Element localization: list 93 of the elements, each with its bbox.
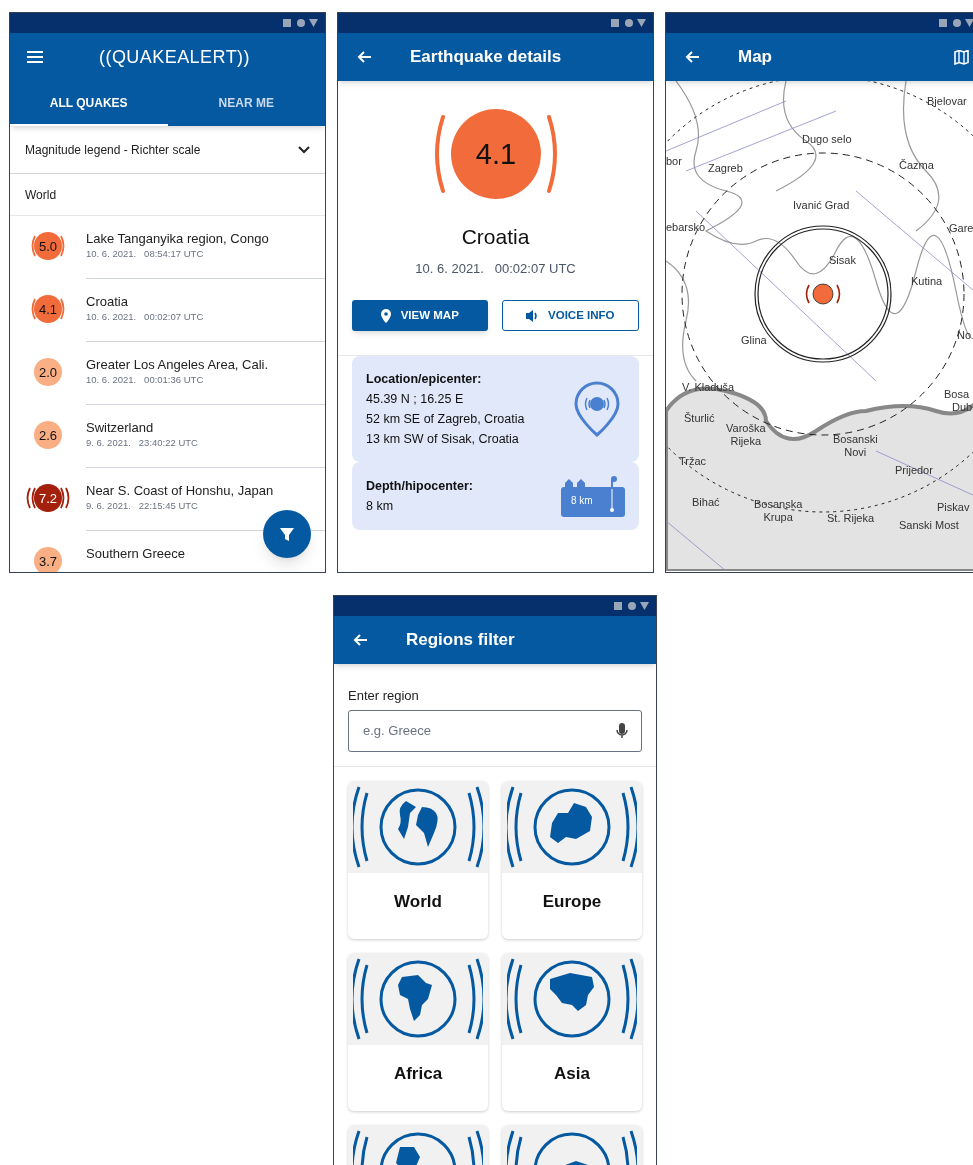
map-label: St. Rijeka — [827, 512, 875, 525]
map-label: Zagreb — [708, 162, 743, 175]
map-label: Piskav — [937, 501, 970, 514]
map-label: Gare — [949, 222, 973, 235]
quake-place: Greater Los Angeles Area, Cali. — [86, 356, 270, 373]
region-name: World — [393, 890, 443, 913]
map-label: Prijedor — [895, 464, 933, 477]
map-label: Čazma — [899, 159, 934, 172]
map-label: Kutina — [911, 275, 943, 288]
quake-place: Southern Greece — [86, 545, 186, 562]
magnitude-badge: 7.2 — [23, 478, 73, 518]
region-name: Africa — [392, 1062, 444, 1085]
filter-button[interactable] — [263, 510, 311, 558]
map-label: Bosanska Krupa — [754, 498, 803, 524]
quake-time: 10. 6. 2021. 08:54:17 UTC — [86, 247, 205, 261]
voice-info-button[interactable]: VOICE INFO — [501, 300, 639, 331]
quake-time: 10. 6. 2021. 00:01:36 UTC — [86, 373, 205, 387]
map-label: Sisak — [829, 254, 856, 267]
map-label: Ivanić Grad — [793, 199, 850, 212]
map-drawing[interactable] — [666, 81, 973, 571]
card-heading: Location/epicenter: — [366, 371, 483, 388]
card-text: 45.39 N ; 16.25 E — [366, 391, 465, 408]
screen-title: Map — [738, 46, 772, 69]
map-label: Bihać — [692, 496, 720, 509]
map-label: Varoška Rijeka — [726, 422, 766, 448]
depth-drawing — [561, 475, 625, 517]
card-text: 52 km SE of Zagreb, Croatia — [366, 411, 525, 428]
microphone-icon[interactable] — [616, 722, 628, 739]
map-icon[interactable] — [954, 49, 969, 65]
field-label: Enter region — [348, 687, 420, 705]
region-input[interactable]: e.g. Greece — [348, 709, 642, 752]
map-label: Tržac — [679, 455, 707, 468]
menu-icon[interactable] — [27, 51, 43, 63]
quake-place: Lake Tanganyika region, Congo — [86, 230, 270, 247]
tab[interactable]: ALL QUAKES — [10, 81, 168, 126]
map-label: Bosanski Novi — [833, 433, 878, 459]
quake-time: 9. 6. 2021. 23:40:22 UTC — [86, 436, 199, 450]
quake-list-item[interactable]: 3.7 Southern Greece — [10, 531, 325, 572]
quake-list-item[interactable]: 2.0 Greater Los Angeles Area, Cali. 10. 6. 2021. 00:01:36 UTC — [10, 342, 325, 405]
map-label: No — [957, 329, 972, 342]
epicenter-marker — [803, 282, 843, 306]
map-label: Bjelovar — [927, 95, 967, 108]
quake-place: Near S. Coast of Honshu, Japan — [86, 482, 275, 499]
depth-label: 8 km — [571, 494, 593, 508]
magnitude-badge: 3.7 — [23, 541, 73, 572]
map-label: Šturlić — [684, 412, 715, 425]
map-label: Glina — [741, 334, 767, 347]
quake-list-item[interactable]: 5.0 Lake Tanganyika region, Congo 10. 6. 2021. 08:54:17 UTC — [10, 216, 325, 279]
location-pin-icon — [380, 308, 391, 323]
region-card[interactable]: Asia — [502, 952, 642, 1111]
map-label: bor — [666, 155, 682, 168]
magnitude-badge: 4.1 — [23, 289, 73, 329]
region-name: Europe — [541, 890, 603, 913]
region-card[interactable]: Europe — [502, 780, 642, 939]
legend-dropdown[interactable]: Magnitude legend - Richter scale — [10, 126, 325, 174]
status-icons — [939, 17, 973, 29]
magnitude-badge: 2.6 — [23, 415, 73, 455]
quake-place: Croatia — [460, 224, 531, 250]
map-label: ebarsko — [666, 221, 706, 234]
tab[interactable]: NEAR ME — [167, 81, 325, 126]
card-text: 13 km SW of Sisak, Croatia — [366, 431, 520, 448]
status-icons — [614, 600, 650, 612]
location-pin-icon — [573, 380, 621, 438]
map-label: Dugo selo — [802, 133, 852, 146]
screen-title: Earthquake details — [410, 46, 562, 69]
status-icons — [283, 17, 319, 29]
magnitude-badge: 5.0 — [23, 226, 73, 266]
card-heading: Depth/hipocenter: — [366, 478, 473, 495]
region-card[interactable]: Africa — [348, 952, 488, 1111]
status-icons — [611, 17, 647, 29]
screen-title: Regions filter — [406, 629, 515, 652]
app-logo: ((QUAKEALERT)) — [99, 45, 250, 69]
map-label: Bosa — [944, 388, 970, 401]
region-label: World — [25, 186, 57, 204]
filter-icon — [279, 526, 295, 542]
map-label: Sanski Most — [899, 519, 959, 532]
back-icon[interactable] — [684, 49, 700, 65]
speaker-icon — [526, 308, 538, 323]
magnitude-badge: 2.0 — [23, 352, 73, 392]
quake-time: 10. 6. 2021. 00:02:07 UTC — [86, 310, 205, 324]
quake-time: 10. 6. 2021. 00:02:07 UTC — [415, 259, 576, 278]
quake-place: Switzerland — [86, 419, 155, 436]
quake-list-item[interactable]: 4.1 Croatia 10. 6. 2021. 00:02:07 UTC — [10, 279, 325, 342]
back-icon[interactable] — [352, 632, 368, 648]
card-text: 8 km — [366, 498, 395, 515]
map-label: Dub — [952, 401, 973, 414]
quake-time: 9. 6. 2021. 22:15:45 UTC — [86, 499, 199, 513]
view-map-button[interactable]: VIEW MAP — [352, 300, 488, 331]
region-card[interactable]: World — [348, 780, 488, 939]
quake-list-item[interactable]: 2.6 Switzerland 9. 6. 2021. 23:40:22 UTC — [10, 405, 325, 468]
back-icon[interactable] — [356, 49, 372, 65]
region-name: Asia — [553, 1062, 591, 1085]
quake-place: Croatia — [86, 293, 129, 310]
